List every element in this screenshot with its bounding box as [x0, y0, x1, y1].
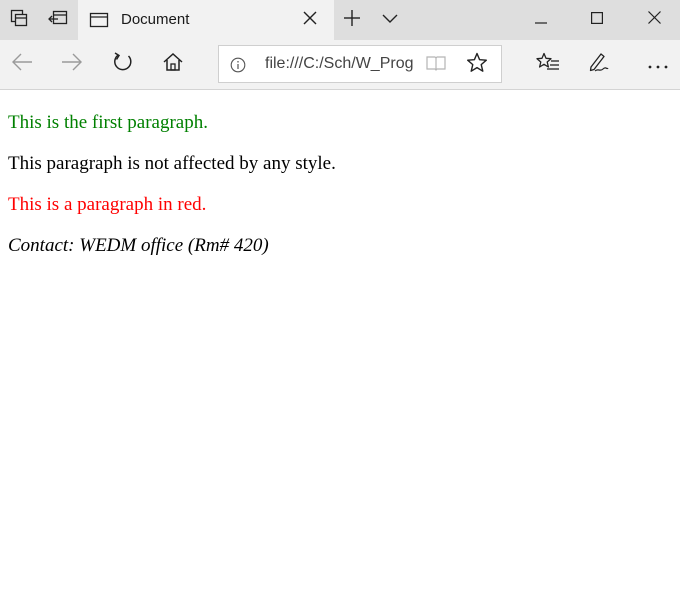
- tabs-aside-icon: [10, 9, 28, 32]
- reading-view-button[interactable]: [425, 55, 447, 75]
- tab-document[interactable]: Document: [78, 0, 334, 40]
- book-icon: [426, 55, 446, 76]
- back-arrow-icon: [11, 53, 33, 76]
- info-icon[interactable]: [229, 56, 247, 74]
- notes-button[interactable]: [576, 40, 620, 89]
- close-icon: [303, 11, 317, 30]
- add-favorite-button[interactable]: [465, 52, 489, 78]
- address-bar[interactable]: file:///C:/Sch/W_Prog: [218, 45, 502, 83]
- navigation-toolbar: file:///C:/Sch/W_Prog: [0, 40, 680, 90]
- maximize-icon: [591, 11, 604, 29]
- more-icon: [648, 56, 668, 74]
- paragraph-red: This is a paragraph in red.: [8, 194, 207, 215]
- forward-arrow-icon: [61, 53, 83, 76]
- new-tab-button[interactable]: [336, 0, 368, 40]
- forward-button[interactable]: [50, 40, 94, 89]
- close-tab-button[interactable]: [300, 10, 320, 30]
- paragraph-unstyled: This paragraph is not affected by any st…: [8, 153, 336, 174]
- close-window-button[interactable]: [630, 0, 678, 40]
- refresh-button[interactable]: [101, 40, 145, 89]
- tab-title: Document: [121, 11, 190, 28]
- address-text[interactable]: file:///C:/Sch/W_Prog: [265, 55, 417, 73]
- paragraph-first: This is the first paragraph.: [8, 112, 208, 133]
- chevron-down-icon: [382, 11, 398, 29]
- refresh-icon: [112, 51, 134, 78]
- tab-strip: Document: [0, 0, 680, 40]
- restore-tabs-button[interactable]: [38, 0, 78, 40]
- tabs-aside-button[interactable]: [0, 0, 38, 40]
- minimize-icon: [535, 11, 547, 29]
- close-icon: [647, 11, 661, 29]
- tabs-restore-icon: [48, 10, 68, 31]
- back-button[interactable]: [0, 40, 44, 89]
- tab-list-button[interactable]: [372, 0, 408, 40]
- plus-icon: [343, 9, 361, 32]
- pen-icon: [587, 51, 609, 78]
- home-icon: [162, 51, 184, 78]
- contact-address: Contact: WEDM office (Rm# 420): [8, 235, 269, 256]
- page-icon: [88, 10, 110, 30]
- favorites-hub-button[interactable]: [526, 40, 570, 89]
- home-button[interactable]: [151, 40, 195, 89]
- maximize-button[interactable]: [574, 0, 620, 40]
- more-button[interactable]: [636, 40, 680, 89]
- favorites-list-icon: [536, 52, 560, 77]
- minimize-button[interactable]: [518, 0, 564, 40]
- star-icon: [466, 52, 488, 78]
